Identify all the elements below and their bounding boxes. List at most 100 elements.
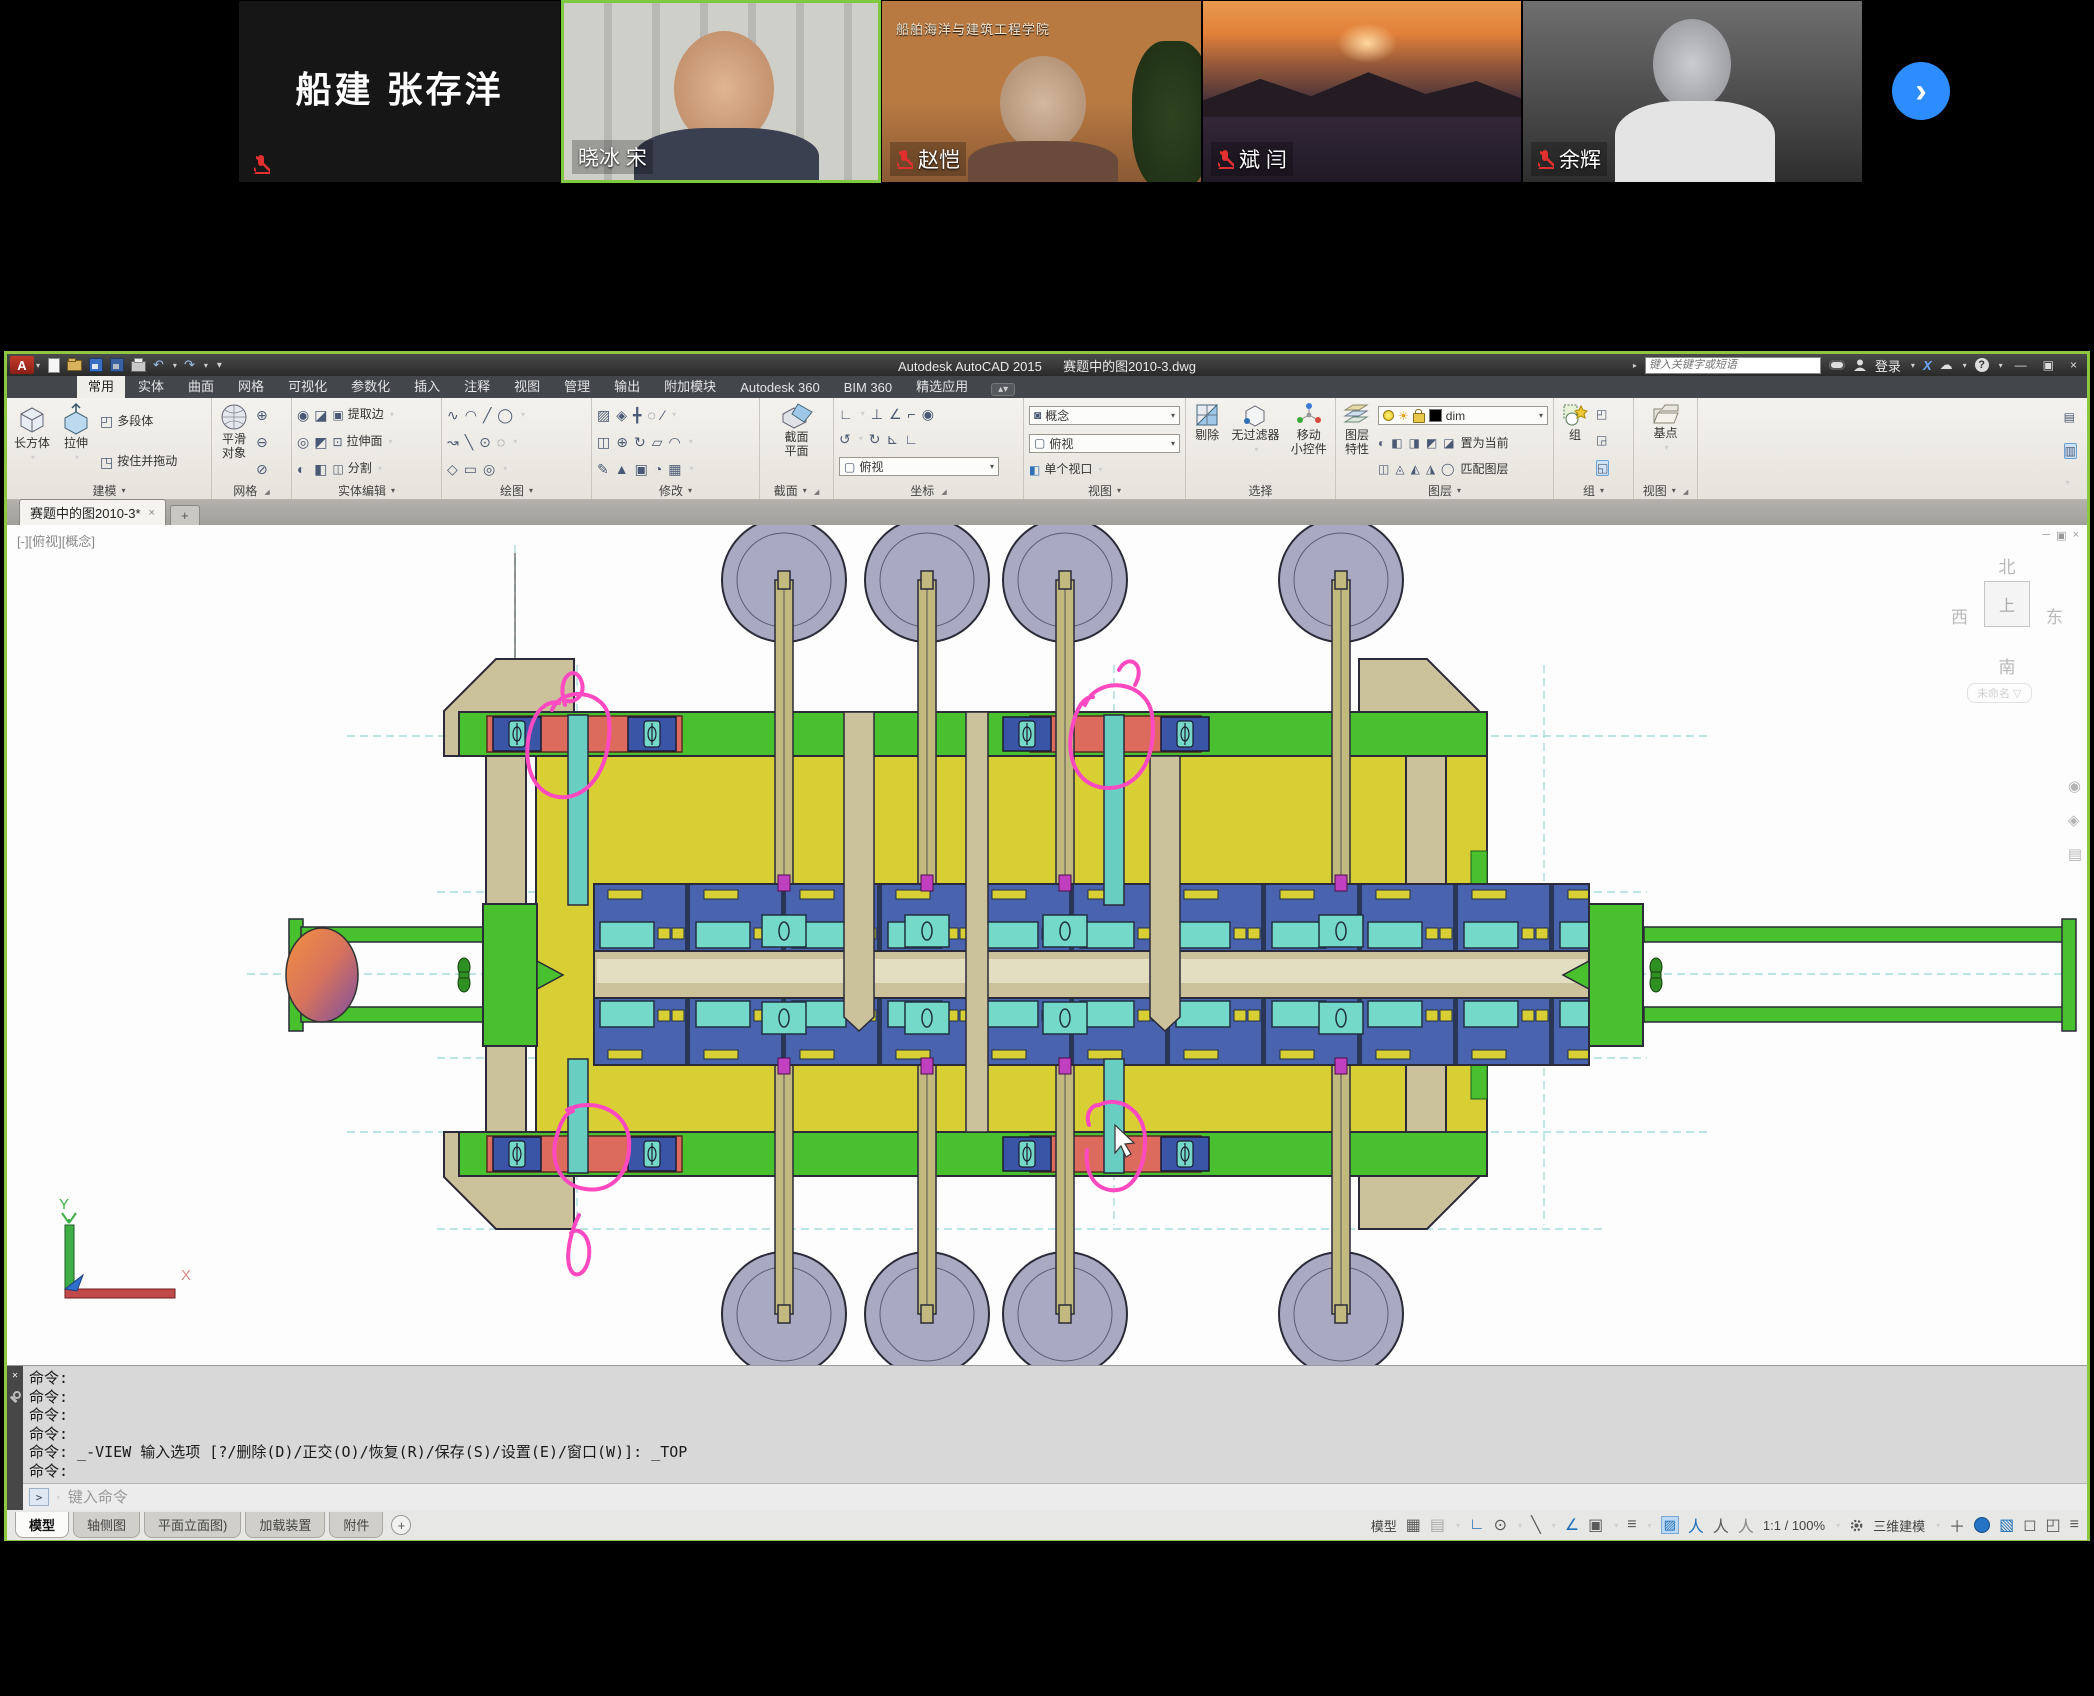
- panel-label-selection[interactable]: 选择: [1186, 482, 1335, 499]
- scale-arrow-icon[interactable]: ▾: [1836, 1521, 1840, 1530]
- xline-icon[interactable]: [465, 435, 473, 449]
- fullscreen-icon[interactable]: [2046, 1515, 2061, 1535]
- gizmo-button[interactable]: 移动 小控件: [1289, 401, 1329, 482]
- layer-walk-icon[interactable]: [1378, 462, 1389, 476]
- ucs-origin-icon[interactable]: [922, 407, 934, 421]
- viewcube-wcs-menu[interactable]: 未命名 ▽: [1967, 683, 2032, 703]
- restore-button[interactable]: ▣: [2039, 358, 2058, 372]
- ellipse-icon[interactable]: [497, 435, 505, 449]
- signin-label[interactable]: 登录: [1875, 356, 1901, 375]
- match-layer-button[interactable]: 匹配图层: [1460, 462, 1508, 477]
- ribbon-minimize-button[interactable]: ▴▾: [991, 383, 1015, 396]
- viewcube[interactable]: 北 西 上 东 南 未命名 ▽: [1949, 551, 2065, 711]
- ribbon-tab-addins[interactable]: 附加模块: [653, 373, 727, 398]
- ucs-rotate-z-icon[interactable]: [869, 432, 881, 446]
- ribbon-tab-output[interactable]: 输出: [603, 373, 651, 398]
- open-file-icon[interactable]: [67, 360, 82, 371]
- mesh-refine-icon[interactable]: [256, 408, 268, 422]
- workspace-label[interactable]: 三维建模: [1873, 1516, 1925, 1535]
- panel-label-draw[interactable]: 绘图▾: [442, 482, 591, 499]
- lineweight-icon[interactable]: [1627, 1516, 1636, 1534]
- zoom-extents-icon[interactable]: ▤: [2068, 845, 2082, 863]
- command-close-icon[interactable]: ✕: [12, 1370, 18, 1381]
- ribbon-extra-arrow-icon[interactable]: ▾: [2066, 478, 2077, 487]
- 3d-rotate-icon[interactable]: [616, 435, 628, 449]
- redo-arrow-icon[interactable]: ▾: [204, 361, 208, 370]
- ucs-restore-icon[interactable]: [839, 432, 851, 446]
- graphics-performance-icon[interactable]: [1999, 1515, 2014, 1535]
- intersect-icon[interactable]: [297, 462, 309, 476]
- explode-icon[interactable]: [662, 408, 664, 422]
- ucs-z-axis-icon[interactable]: [886, 432, 898, 446]
- right-handle-assembly[interactable]: [1563, 904, 2076, 1046]
- trim-icon[interactable]: [654, 462, 662, 476]
- spline-icon[interactable]: [447, 435, 459, 449]
- clean-screen-icon[interactable]: [2023, 1515, 2036, 1535]
- presspull-button[interactable]: 按住并拖动: [100, 454, 177, 469]
- ucs-world-icon[interactable]: [871, 407, 883, 421]
- participant-tile-1[interactable]: 船建 张存洋: [238, 0, 561, 183]
- ribbon-tab-home[interactable]: 常用: [77, 373, 125, 398]
- viewcube-north[interactable]: 北: [1949, 553, 2065, 578]
- properties-toggle-icon[interactable]: [2064, 443, 2077, 459]
- undo-arrow-icon[interactable]: ▾: [173, 361, 177, 370]
- new-layout-button[interactable]: +: [391, 1515, 411, 1535]
- search-icon[interactable]: [1829, 360, 1845, 370]
- offset-icon[interactable]: [635, 462, 648, 476]
- ribbon-tab-annotate[interactable]: 注释: [453, 373, 501, 398]
- viewport-controls-label[interactable]: [-][俯视][概念]: [17, 531, 95, 550]
- union-icon[interactable]: [297, 408, 309, 422]
- help-icon[interactable]: ?: [1975, 358, 1989, 372]
- extract-edges-button[interactable]: 提取边▾: [332, 407, 393, 422]
- ungroup-icon[interactable]: [1596, 407, 1609, 421]
- doc-close-icon[interactable]: ×: [2073, 529, 2079, 542]
- shell-icon[interactable]: [314, 462, 327, 476]
- group-edit-icon[interactable]: [1596, 433, 1609, 447]
- new-file-icon[interactable]: [48, 358, 60, 373]
- command-input[interactable]: [66, 1487, 470, 1507]
- gear-icon[interactable]: [1849, 1518, 1864, 1533]
- group-select-toggle-icon[interactable]: [1596, 460, 1609, 476]
- save-icon[interactable]: [89, 358, 103, 372]
- visual-style-dropdown[interactable]: 概念 ▾: [1029, 406, 1180, 425]
- recent-commands-arrow-icon[interactable]: ▾: [56, 1493, 61, 1502]
- viewport-config-button[interactable]: 单个视口▾: [1029, 462, 1180, 477]
- move-icon[interactable]: [633, 408, 641, 422]
- transparency-icon[interactable]: [1661, 1516, 1679, 1534]
- a360-cloud-icon[interactable]: ☁: [1940, 357, 1953, 373]
- command-line-window[interactable]: ✕ 命令: 命令: 命令: 命令: 命令: _-VIEW 输入选项 [?/删除(…: [7, 1365, 2087, 1510]
- left-handle-assembly[interactable]: [286, 904, 563, 1046]
- panel-label-modify[interactable]: 修改▾: [592, 482, 759, 499]
- layer-off-icon[interactable]: [1378, 436, 1385, 450]
- qat-customize-icon[interactable]: ▾: [217, 360, 222, 371]
- layout-tab-model[interactable]: 模型: [15, 1512, 69, 1538]
- named-ucs-dropdown[interactable]: 俯视 ▾: [839, 457, 999, 476]
- doc-restore-icon[interactable]: ▣: [2056, 529, 2066, 542]
- extrude-face-button[interactable]: 拉伸面▾: [332, 434, 393, 449]
- minimize-button[interactable]: —: [2011, 358, 2031, 372]
- participant-tile-5[interactable]: 余辉: [1522, 0, 1863, 183]
- separate-button[interactable]: 分割▾: [332, 461, 393, 476]
- close-button[interactable]: ×: [2066, 358, 2081, 372]
- box-button[interactable]: 长方体 ▾: [12, 401, 52, 482]
- panel-label-view2[interactable]: 视图▾◢: [1634, 482, 1697, 499]
- layer-prev-icon[interactable]: [1441, 462, 1454, 476]
- layer-stack-icon[interactable]: [1443, 436, 1454, 450]
- participant-tile-4[interactable]: 斌 闫: [1202, 0, 1522, 183]
- filter-button[interactable]: 无过滤器 ▾: [1229, 401, 1281, 482]
- infocenter-toggle-icon[interactable]: ▸: [1633, 361, 1637, 370]
- lineweight-arrow-icon[interactable]: ▾: [1648, 1521, 1652, 1530]
- annotation-scale-icon[interactable]: [1738, 1513, 1754, 1537]
- annotation-monitor-icon[interactable]: [1949, 1513, 1965, 1537]
- rectangle-icon[interactable]: [464, 462, 477, 476]
- layer-merge-icon[interactable]: [1411, 462, 1420, 476]
- slice-icon[interactable]: [314, 408, 327, 422]
- snap-mode-icon[interactable]: [1430, 1515, 1445, 1535]
- ribbon-tab-surface[interactable]: 曲面: [177, 373, 225, 398]
- panel-label-coordinates[interactable]: 坐标◢: [834, 482, 1023, 499]
- viewcube-top-face[interactable]: 上: [1984, 581, 2030, 627]
- panel-label-groups[interactable]: 组▾: [1554, 482, 1633, 499]
- object-snap-tracking-icon[interactable]: [1565, 1515, 1579, 1535]
- drawing-canvas[interactable]: Y X [-][俯视][概念] ─ ▣ × 北 西 上 东 南 未命名 ▽ ◉ …: [7, 525, 2087, 1365]
- panel-label-view[interactable]: 视图▾: [1024, 482, 1185, 499]
